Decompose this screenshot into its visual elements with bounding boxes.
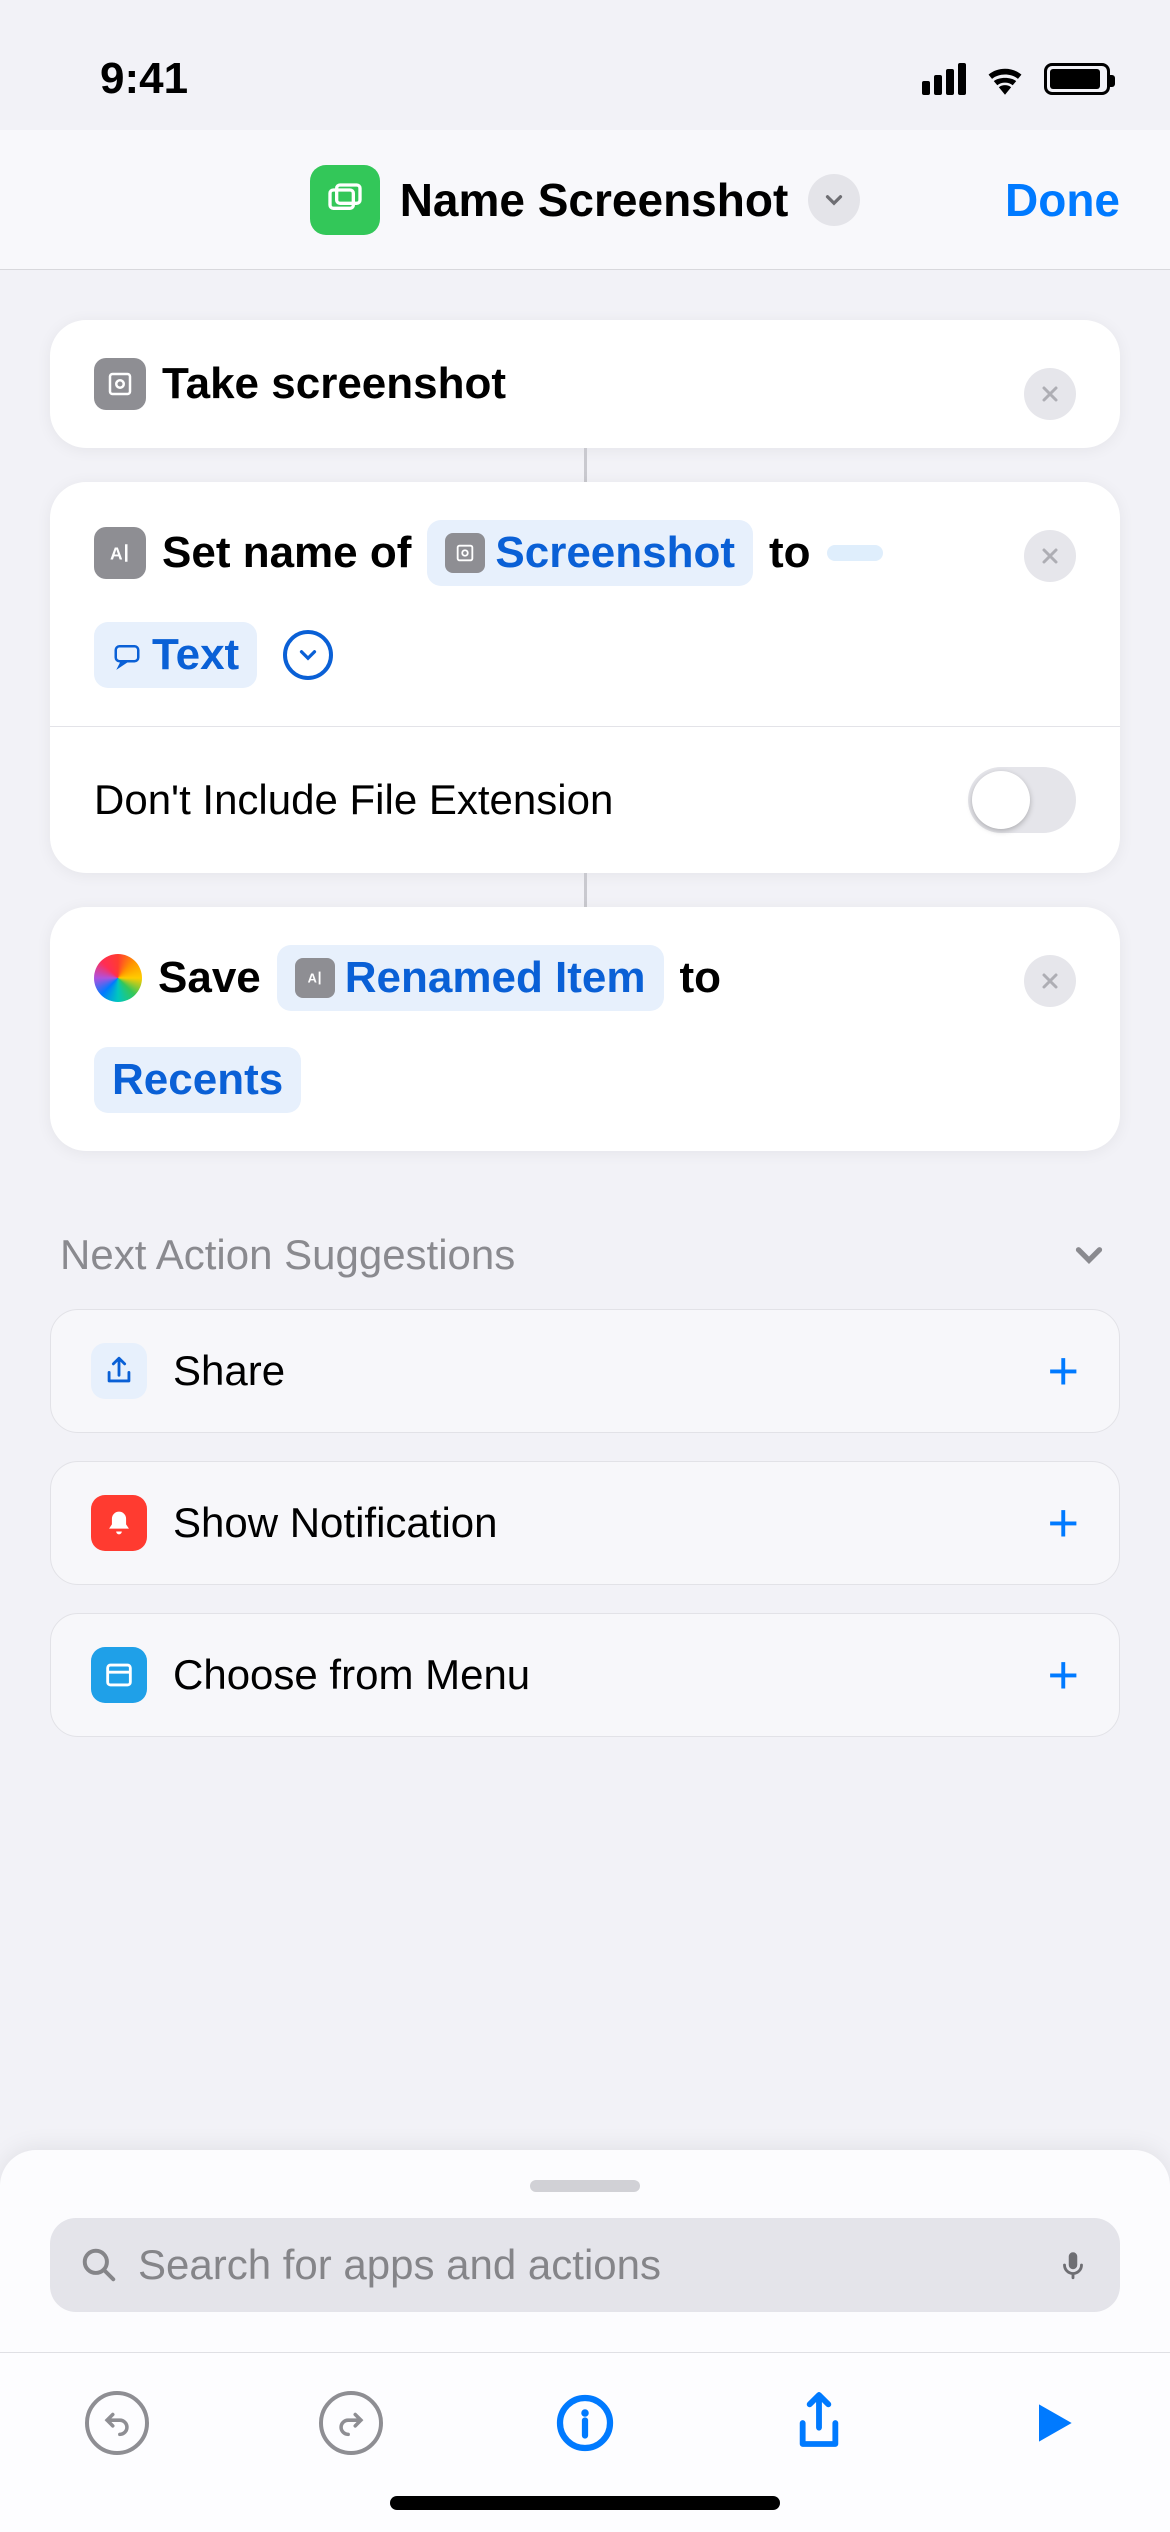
wifi-icon: [984, 63, 1026, 95]
status-indicators: [922, 63, 1110, 95]
option-file-extension-row: Don't Include File Extension: [50, 727, 1120, 873]
screenshot-icon: [94, 358, 146, 410]
cellular-icon: [922, 63, 966, 95]
suggestion-label: Choose from Menu: [173, 1651, 530, 1699]
action-save-to-photos[interactable]: Save A Renamed Item to Recents: [50, 907, 1120, 1151]
battery-icon: [1044, 63, 1110, 95]
rename-icon: A: [94, 527, 146, 579]
shortcut-app-icon: [310, 165, 380, 235]
search-field[interactable]: Search for apps and actions: [50, 2218, 1120, 2312]
home-indicator: [390, 2496, 780, 2510]
variable-renamed-item[interactable]: A Renamed Item: [277, 945, 664, 1011]
microphone-icon[interactable]: [1056, 2244, 1090, 2286]
done-button[interactable]: Done: [1005, 173, 1120, 227]
variable-text[interactable]: Text: [94, 622, 257, 688]
rename-icon: A: [295, 958, 335, 998]
album-recents[interactable]: Recents: [94, 1047, 301, 1113]
add-suggestion-button[interactable]: +: [1047, 1492, 1079, 1554]
shortcut-title[interactable]: Name Screenshot: [400, 173, 789, 227]
menu-icon: [91, 1647, 147, 1703]
variable-screenshot[interactable]: Screenshot: [427, 520, 753, 586]
variable-label: Renamed Item: [345, 953, 646, 1003]
status-bar: 9:41: [0, 0, 1170, 130]
action-take-screenshot[interactable]: Take screenshot: [50, 320, 1120, 448]
action-mid: to: [680, 953, 722, 1003]
suggestion-label: Share: [173, 1347, 285, 1395]
connector: [584, 448, 587, 482]
album-label: Recents: [112, 1055, 283, 1105]
name-value-field[interactable]: [827, 545, 883, 561]
undo-button[interactable]: [77, 2383, 157, 2463]
text-bubble-icon: [112, 640, 142, 670]
option-label: Don't Include File Extension: [94, 776, 613, 824]
connector: [584, 873, 587, 907]
svg-text:A: A: [110, 543, 123, 563]
delete-action-button[interactable]: [1024, 530, 1076, 582]
search-sheet[interactable]: Search for apps and actions: [0, 2150, 1170, 2352]
add-suggestion-button[interactable]: +: [1047, 1644, 1079, 1706]
share-button[interactable]: [779, 2383, 859, 2463]
redo-button[interactable]: [311, 2383, 391, 2463]
suggestions-title: Next Action Suggestions: [60, 1231, 515, 1279]
action-title: Take screenshot: [162, 359, 506, 409]
add-suggestion-button[interactable]: +: [1047, 1340, 1079, 1402]
share-icon: [91, 1343, 147, 1399]
search-icon: [80, 2246, 118, 2284]
sheet-grabber[interactable]: [530, 2180, 640, 2192]
suggestion-share[interactable]: Share +: [50, 1309, 1120, 1433]
run-button[interactable]: [1013, 2383, 1093, 2463]
expand-options-button[interactable]: [283, 630, 333, 680]
photos-app-icon: [94, 954, 142, 1002]
file-extension-toggle[interactable]: [968, 767, 1076, 833]
action-mid: to: [769, 528, 811, 578]
info-button[interactable]: [545, 2383, 625, 2463]
action-prefix: Save: [158, 953, 261, 1003]
delete-action-button[interactable]: [1024, 955, 1076, 1007]
action-prefix: Set name of: [162, 528, 411, 578]
variable-label: Screenshot: [495, 528, 735, 578]
chevron-down-icon: [1068, 1234, 1110, 1276]
suggestions-header[interactable]: Next Action Suggestions: [60, 1231, 1110, 1279]
suggestion-show-notification[interactable]: Show Notification +: [50, 1461, 1120, 1585]
header-menu-button[interactable]: [808, 174, 860, 226]
action-set-name[interactable]: A Set name of Screenshot to Text: [50, 482, 1120, 873]
header: Name Screenshot Done: [0, 130, 1170, 270]
notification-icon: [91, 1495, 147, 1551]
svg-text:A: A: [307, 971, 316, 986]
status-time: 9:41: [100, 54, 188, 104]
suggestion-label: Show Notification: [173, 1499, 498, 1547]
screenshot-icon: [445, 533, 485, 573]
suggestion-choose-from-menu[interactable]: Choose from Menu +: [50, 1613, 1120, 1737]
variable-label: Text: [152, 630, 239, 680]
delete-action-button[interactable]: [1024, 368, 1076, 420]
search-placeholder: Search for apps and actions: [138, 2241, 661, 2289]
